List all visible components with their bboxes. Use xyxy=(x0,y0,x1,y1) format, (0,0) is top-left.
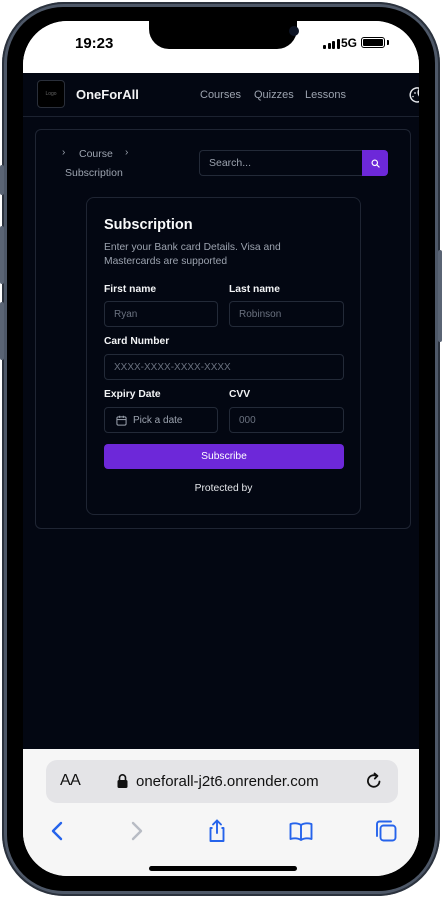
protected-by-text: Protected by xyxy=(194,483,253,494)
search-bar xyxy=(199,150,388,176)
status-bar: 19:23 5G xyxy=(23,21,419,73)
nav-link-courses[interactable]: Courses xyxy=(200,89,241,101)
breadcrumb-chevron-icon: › xyxy=(62,147,66,158)
site-header: Logo OneForAll Courses Quizzes Lessons xyxy=(23,73,419,117)
search-button[interactable] xyxy=(362,150,388,176)
search-input[interactable] xyxy=(199,150,362,176)
cvv-label: CVV xyxy=(229,389,251,400)
nav-link-quizzes[interactable]: Quizzes xyxy=(254,89,294,101)
url-text: oneforall-j2t6.onrender.com xyxy=(136,773,319,790)
last-name-input[interactable] xyxy=(229,301,344,327)
network-type: 5G xyxy=(341,36,358,50)
bookmarks-icon[interactable] xyxy=(288,818,314,844)
status-time: 19:23 xyxy=(75,35,114,52)
signal-icon xyxy=(323,39,340,49)
reload-icon[interactable] xyxy=(364,771,384,791)
first-name-label: First name xyxy=(104,284,157,295)
power-button xyxy=(438,250,442,342)
subscription-description: Enter your Bank card Details. Visa and M… xyxy=(104,242,281,267)
reader-settings-button[interactable]: AA xyxy=(60,772,81,790)
share-icon[interactable] xyxy=(204,818,230,844)
phone-screen: 19:23 5G Logo OneForAll Courses Quizzes … xyxy=(23,21,419,876)
logo-text: Logo xyxy=(45,91,57,97)
lock-icon xyxy=(117,774,128,788)
expiry-date-picker[interactable]: Pick a date xyxy=(104,407,218,433)
forward-icon[interactable] xyxy=(123,818,149,844)
back-icon[interactable] xyxy=(45,818,71,844)
breadcrumb-course[interactable]: Course xyxy=(79,148,113,160)
card-number-input[interactable] xyxy=(104,354,344,380)
expiry-date-label: Expiry Date xyxy=(104,389,161,400)
brand-name[interactable]: OneForAll xyxy=(76,87,139,102)
cvv-input[interactable] xyxy=(229,407,344,433)
site-logo[interactable]: Logo xyxy=(37,80,65,108)
nav-link-lessons[interactable]: Lessons xyxy=(305,89,346,101)
battery-icon xyxy=(361,37,385,48)
content-card: › Course › Subscription Subscription Ent… xyxy=(35,129,411,529)
card-number-label: Card Number xyxy=(104,336,170,347)
battery-tip xyxy=(387,40,389,45)
subscribe-button[interactable]: Subscribe xyxy=(104,444,344,469)
volume-up-button xyxy=(0,226,4,284)
subscription-title: Subscription xyxy=(104,217,193,233)
browser-toolbar: AA oneforall-j2t6.onrender.com xyxy=(23,749,419,876)
home-indicator xyxy=(149,866,297,871)
breadcrumb-chevron-icon: › xyxy=(125,147,129,158)
breadcrumb-subscription: Subscription xyxy=(65,167,123,179)
subscription-card: Subscription Enter your Bank card Detail… xyxy=(86,197,361,515)
last-name-label: Last name xyxy=(229,284,280,295)
volume-down-button xyxy=(0,302,4,360)
expiry-date-placeholder: Pick a date xyxy=(133,414,183,426)
tabs-icon[interactable] xyxy=(373,818,399,844)
dynamic-notch xyxy=(149,21,299,49)
search-icon xyxy=(370,158,380,168)
address-bar[interactable]: AA oneforall-j2t6.onrender.com xyxy=(46,760,398,803)
camera-icon xyxy=(289,26,299,36)
theme-toggle-icon[interactable] xyxy=(407,85,419,105)
calendar-icon xyxy=(116,415,127,426)
first-name-input[interactable] xyxy=(104,301,218,327)
action-button xyxy=(0,165,4,195)
web-page: Logo OneForAll Courses Quizzes Lessons ›… xyxy=(23,73,419,749)
